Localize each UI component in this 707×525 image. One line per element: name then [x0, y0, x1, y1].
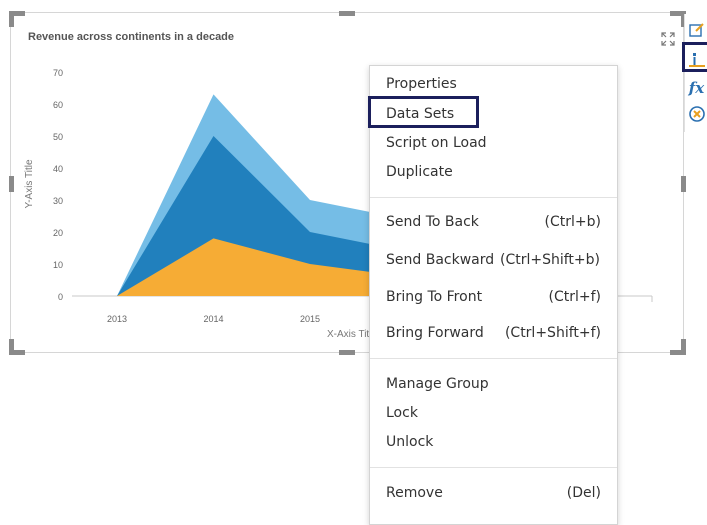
menu-separator [370, 358, 617, 359]
resize-handle-bottom-left[interactable] [9, 339, 14, 355]
y-tick-label: 70 [53, 68, 63, 78]
menu-item-shortcut: (Ctrl+Shift+f) [504, 325, 601, 341]
menu-item-duplicate[interactable]: Duplicate [370, 158, 617, 186]
menu-item-remove[interactable]: Remove (Del) [370, 479, 617, 507]
resize-handle-top[interactable] [339, 11, 355, 16]
remove-icon [688, 106, 705, 122]
menu-item-label: Bring Forward [386, 325, 484, 341]
menu-item-label: Remove [386, 485, 443, 501]
resize-handle-left[interactable] [9, 176, 14, 192]
context-menu: Properties Data Sets Script on Load Dupl… [369, 65, 618, 525]
menu-item-unlock[interactable]: Unlock [370, 428, 617, 456]
menu-item-label: Unlock [386, 434, 434, 450]
y-tick-label: 40 [53, 164, 63, 174]
menu-item-label: Lock [386, 405, 418, 421]
remove-tool-button[interactable] [685, 102, 707, 126]
y-tick-label: 20 [53, 228, 63, 238]
x-tick-label: 2013 [107, 314, 127, 324]
menu-separator [370, 467, 617, 468]
resize-handle-bottom[interactable] [339, 350, 355, 355]
menu-item-label: Properties [386, 76, 457, 92]
menu-item-shortcut: (Ctrl+b) [544, 214, 601, 230]
resize-handle-top-left[interactable] [9, 11, 14, 27]
menu-item-send-to-back[interactable]: Send To Back (Ctrl+b) [370, 208, 617, 236]
menu-item-manage-group[interactable]: Manage Group [370, 370, 617, 398]
data-bind-tool-highlight [682, 42, 707, 72]
menu-item-send-backward[interactable]: Send Backward (Ctrl+Shift+b) [370, 246, 617, 274]
menu-separator [370, 197, 617, 198]
edit-tool-button[interactable] [685, 18, 707, 42]
menu-item-label: Manage Group [386, 376, 489, 392]
formula-tool-button[interactable]: fx [685, 76, 707, 100]
menu-item-label: Send To Back [386, 214, 479, 230]
fx-icon: fx [688, 79, 705, 97]
menu-item-lock[interactable]: Lock [370, 399, 617, 427]
menu-item-bring-to-front[interactable]: Bring To Front (Ctrl+f) [370, 283, 617, 311]
resize-handle-bottom-right[interactable] [681, 339, 686, 355]
x-tick-label: 2015 [300, 314, 320, 324]
menu-item-bring-forward[interactable]: Bring Forward (Ctrl+Shift+f) [370, 319, 617, 347]
y-tick-label: 30 [53, 196, 63, 206]
menu-item-shortcut: (Ctrl+Shift+b) [499, 252, 600, 268]
menu-item-shortcut: (Ctrl+f) [548, 289, 602, 305]
y-tick-label: 0 [58, 292, 63, 302]
menu-item-label: Duplicate [386, 164, 453, 180]
edit-icon [688, 23, 704, 37]
menu-item-script-on-load[interactable]: Script on Load [370, 129, 617, 157]
menu-item-label: Script on Load [386, 135, 487, 151]
resize-handle-right[interactable] [681, 176, 686, 192]
y-tick-label: 60 [53, 100, 63, 110]
side-toolbar: fx [684, 14, 707, 132]
expand-icon[interactable] [660, 31, 676, 47]
x-tick-label: 2014 [203, 314, 223, 324]
menu-item-shortcut: (Del) [566, 485, 601, 501]
y-axis-title: Y-Axis Title [24, 159, 35, 209]
menu-item-properties[interactable]: Properties [370, 70, 617, 98]
menu-item-label: Send Backward [386, 252, 495, 268]
y-tick-label: 10 [53, 260, 63, 270]
menu-item-label: Bring To Front [386, 289, 483, 305]
data-sets-highlight [368, 96, 479, 128]
y-tick-label: 50 [53, 132, 63, 142]
